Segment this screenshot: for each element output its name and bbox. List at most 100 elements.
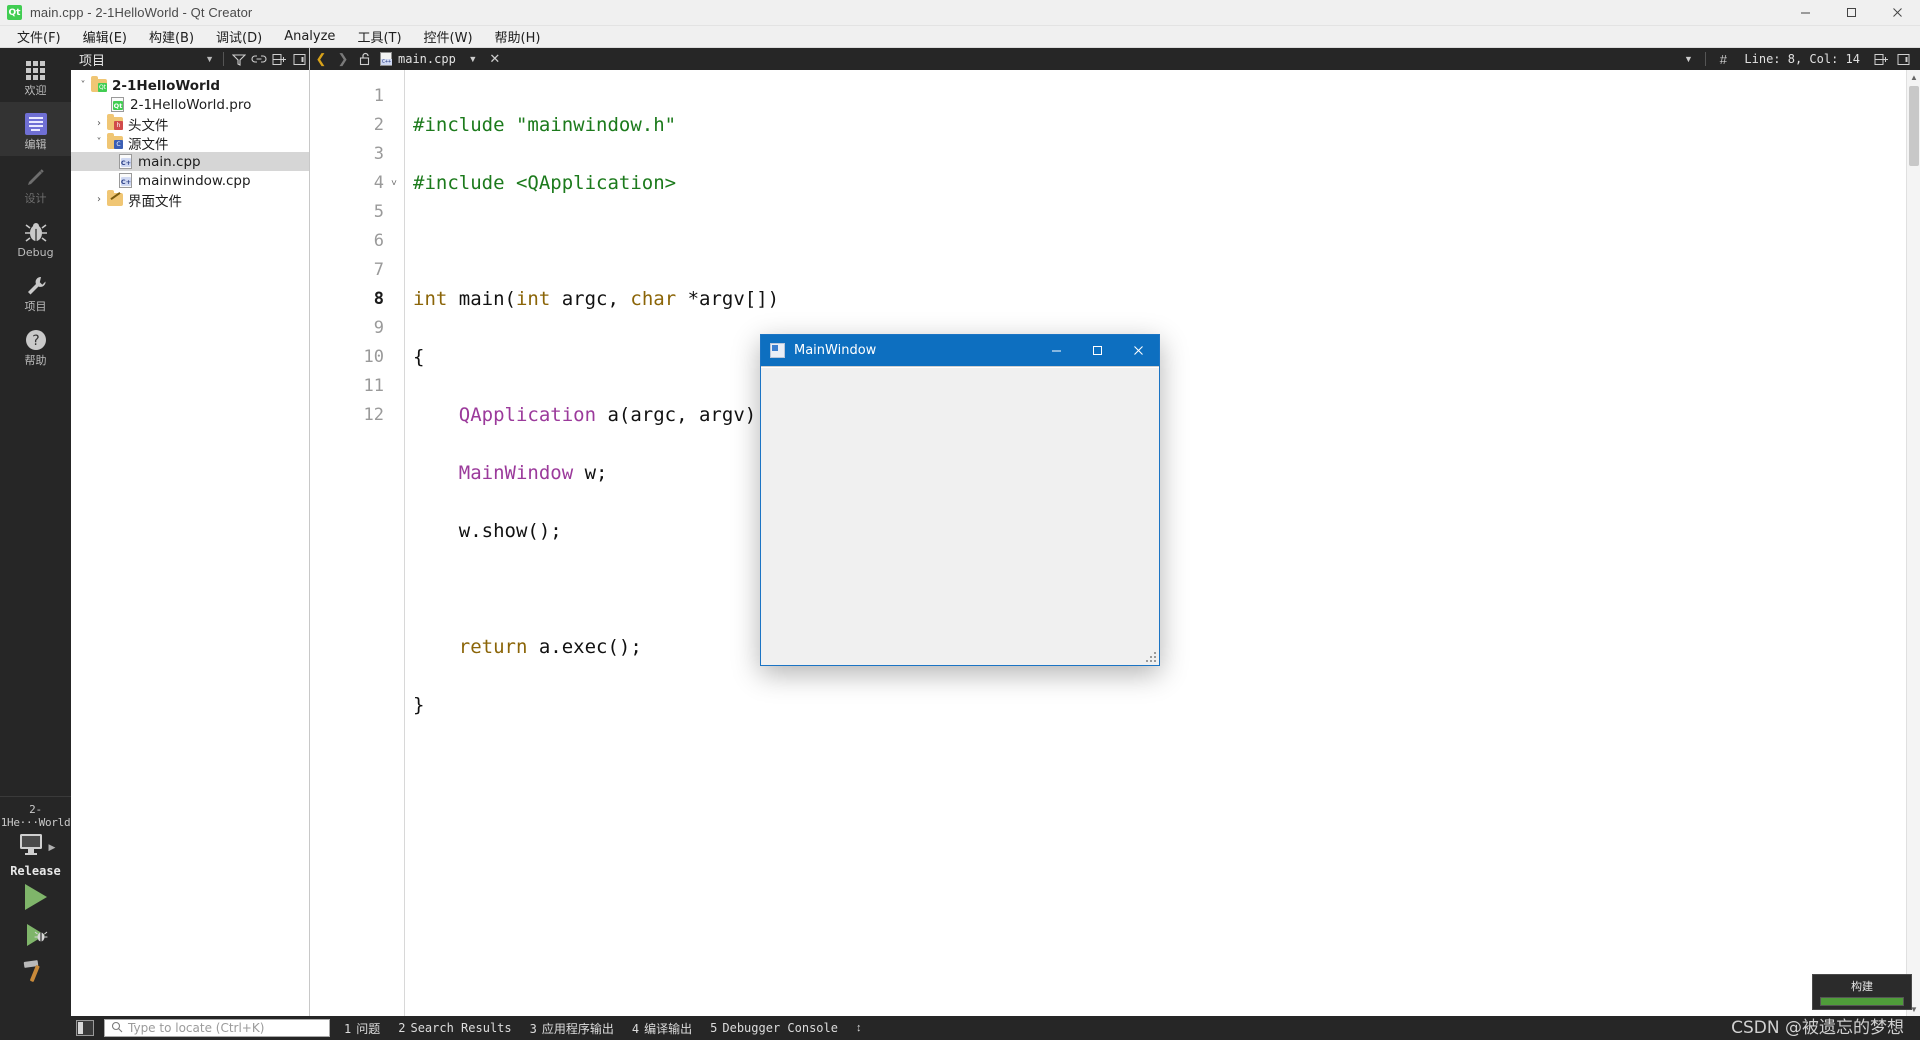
pencil-icon <box>24 165 48 191</box>
resize-grip-icon[interactable] <box>1146 652 1157 663</box>
tree-row-headers[interactable]: › h 头文件 <box>71 114 309 134</box>
build-button[interactable] <box>0 954 71 992</box>
link-icon[interactable] <box>249 50 269 68</box>
tree-row-sources[interactable]: ˅ C 源文件 <box>71 133 309 153</box>
app-window-icon <box>770 343 785 358</box>
pane-issues[interactable]: 1 问题 <box>344 1020 380 1037</box>
split-icon[interactable] <box>269 50 289 68</box>
editor-toolbar: ❮ ❯ main.cpp ▼ ✕ ▼ # Line: 8, Col: 14 <box>310 48 1920 70</box>
tree-label: 头文件 <box>128 117 169 134</box>
cursor-position-label: Line: 8, Col: 14 <box>1744 52 1860 66</box>
chevron-down-icon[interactable]: ˅ <box>75 80 91 91</box>
chevron-down-icon[interactable]: ˅ <box>91 137 107 148</box>
tree-row-main-cpp[interactable]: C+ main.cpp <box>71 152 309 171</box>
tree-row-forms[interactable]: › 界面文件 <box>71 190 309 210</box>
unlock-icon[interactable] <box>354 49 376 69</box>
line-number: 4 ˅ <box>310 169 404 198</box>
qt-creator-window: Qt main.cpp - 2-1HelloWorld - Qt Creator… <box>0 0 1920 1040</box>
mode-design[interactable]: 设计 <box>0 156 71 210</box>
folder-ui-icon <box>107 190 123 206</box>
tree-row-pro-file[interactable]: › Qt 2-1HelloWorld.pro <box>71 95 309 114</box>
line-number: 12 <box>363 405 384 425</box>
split-horizontal-icon[interactable] <box>1870 49 1892 69</box>
window-title: main.cpp - 2-1HelloWorld - Qt Creator <box>30 5 253 20</box>
chevron-down-icon[interactable]: ▼ <box>205 54 214 64</box>
menu-edit[interactable]: 编辑(E) <box>72 25 138 48</box>
menu-tools[interactable]: 工具(T) <box>346 25 412 48</box>
editor-tab-main-cpp[interactable]: main.cpp <box>376 48 462 70</box>
pane-search-results[interactable]: 2 Search Results <box>398 1021 511 1035</box>
tree-label: 2-1HelloWorld.pro <box>130 96 252 113</box>
chevron-down-icon[interactable]: ▼ <box>1677 49 1699 69</box>
qt-logo-icon: Qt <box>7 5 22 20</box>
mode-help-label: 帮助 <box>24 354 47 367</box>
menu-build[interactable]: 构建(B) <box>138 25 205 48</box>
forward-arrow-icon[interactable]: ❯ <box>332 49 354 69</box>
folder-qt-icon: Qt <box>91 76 107 92</box>
mode-projects-label: 项目 <box>24 300 47 313</box>
menu-file[interactable]: 文件(F) <box>6 25 72 48</box>
output-pane-buttons: 1 问题 2 Search Results 3 应用程序输出 4 编译输出 5 Debug… <box>344 1020 861 1037</box>
app-minimize-button[interactable] <box>1036 335 1077 366</box>
expand-icon[interactable] <box>1892 49 1914 69</box>
close-panel-icon[interactable] <box>289 50 309 68</box>
mode-debug-label: Debug <box>17 246 54 259</box>
pane-debugger-console[interactable]: 5 Debugger Console <box>710 1021 838 1035</box>
minimize-button[interactable] <box>1782 0 1828 26</box>
mainwindow-app-window[interactable]: MainWindow <box>760 334 1160 666</box>
menu-analyze[interactable]: Analyze <box>273 27 346 46</box>
editor-scrollbar[interactable]: ▲ ▼ <box>1906 70 1920 1016</box>
line-number: 10 <box>363 347 384 367</box>
toggle-sidebar-icon[interactable] <box>76 1020 94 1036</box>
menu-widgets[interactable]: 控件(W) <box>413 25 484 48</box>
toolbar-right: ▼ # Line: 8, Col: 14 <box>1677 49 1920 69</box>
maximize-button[interactable] <box>1828 0 1874 26</box>
close-button[interactable] <box>1874 0 1920 26</box>
pane-application-output[interactable]: 3 应用程序输出 <box>530 1020 614 1037</box>
code-line: return a.exec(); <box>458 636 642 658</box>
status-bar: Type to locate (Ctrl+K) 1 问题 2 Search Resu… <box>0 1016 1920 1040</box>
chevron-right-icon[interactable]: › <box>91 194 107 205</box>
mode-welcome[interactable]: 欢迎 <box>0 48 71 102</box>
mode-edit[interactable]: 编辑 <box>0 102 71 156</box>
locator-input[interactable]: Type to locate (Ctrl+K) <box>104 1019 330 1037</box>
menu-debug[interactable]: 调试(D) <box>205 25 273 48</box>
code-content[interactable]: #include "mainwindow.h" #include <QAppli… <box>405 70 1920 1016</box>
pane-compile-output[interactable]: 4 编译输出 <box>632 1020 692 1037</box>
chevron-right-icon[interactable]: › <box>91 118 107 129</box>
fold-toggle-icon[interactable]: ˅ <box>386 169 402 198</box>
desktop-monitor-icon <box>16 832 46 863</box>
mode-debug[interactable]: Debug <box>0 210 71 264</box>
code-line-current: w.show(); <box>413 520 562 542</box>
app-close-button[interactable] <box>1118 335 1159 366</box>
code-line: MainWindow w; <box>458 462 608 484</box>
scroll-up-icon[interactable]: ▲ <box>1907 70 1920 84</box>
up-down-arrows-icon[interactable]: ↕ <box>856 1022 862 1034</box>
file-cpp-icon: C+ <box>119 173 132 188</box>
kit-icon-row: ▶ <box>0 832 71 863</box>
filter-icon[interactable] <box>229 50 249 68</box>
line-number-gutter: 1 2 3 4 ˅ 5 6 7 8 9 10 11 12 <box>310 70 405 1016</box>
kit-selector[interactable]: 2-1He···World ▶ Release <box>0 796 71 878</box>
mode-design-label: 设计 <box>24 192 47 205</box>
app-maximize-button[interactable] <box>1077 335 1118 366</box>
back-arrow-icon[interactable]: ❮ <box>310 49 332 69</box>
menu-help[interactable]: 帮助(H) <box>484 25 552 48</box>
hash-icon: # <box>1719 51 1728 67</box>
close-tab-icon[interactable]: ✕ <box>484 49 506 69</box>
kit-selector-area: 2-1He···World ▶ Release <box>0 796 71 992</box>
tree-row-project[interactable]: ˅ Qt 2-1HelloWorld <box>71 76 309 95</box>
line-number-current: 8 <box>373 289 384 309</box>
mode-projects[interactable]: 项目 <box>0 264 71 318</box>
line-number: 3 <box>373 144 384 164</box>
mode-help[interactable]: ? 帮助 <box>0 318 71 372</box>
tree-label: 2-1HelloWorld <box>112 77 221 94</box>
scrollbar-thumb[interactable] <box>1909 86 1919 166</box>
svg-text:?: ? <box>32 333 39 349</box>
tree-row-mainwindow-cpp[interactable]: C+ mainwindow.cpp <box>71 171 309 190</box>
run-button[interactable] <box>0 878 71 916</box>
chevron-down-icon[interactable]: ▼ <box>462 49 484 69</box>
line-number: 7 <box>373 260 384 280</box>
debug-button[interactable] <box>0 916 71 954</box>
